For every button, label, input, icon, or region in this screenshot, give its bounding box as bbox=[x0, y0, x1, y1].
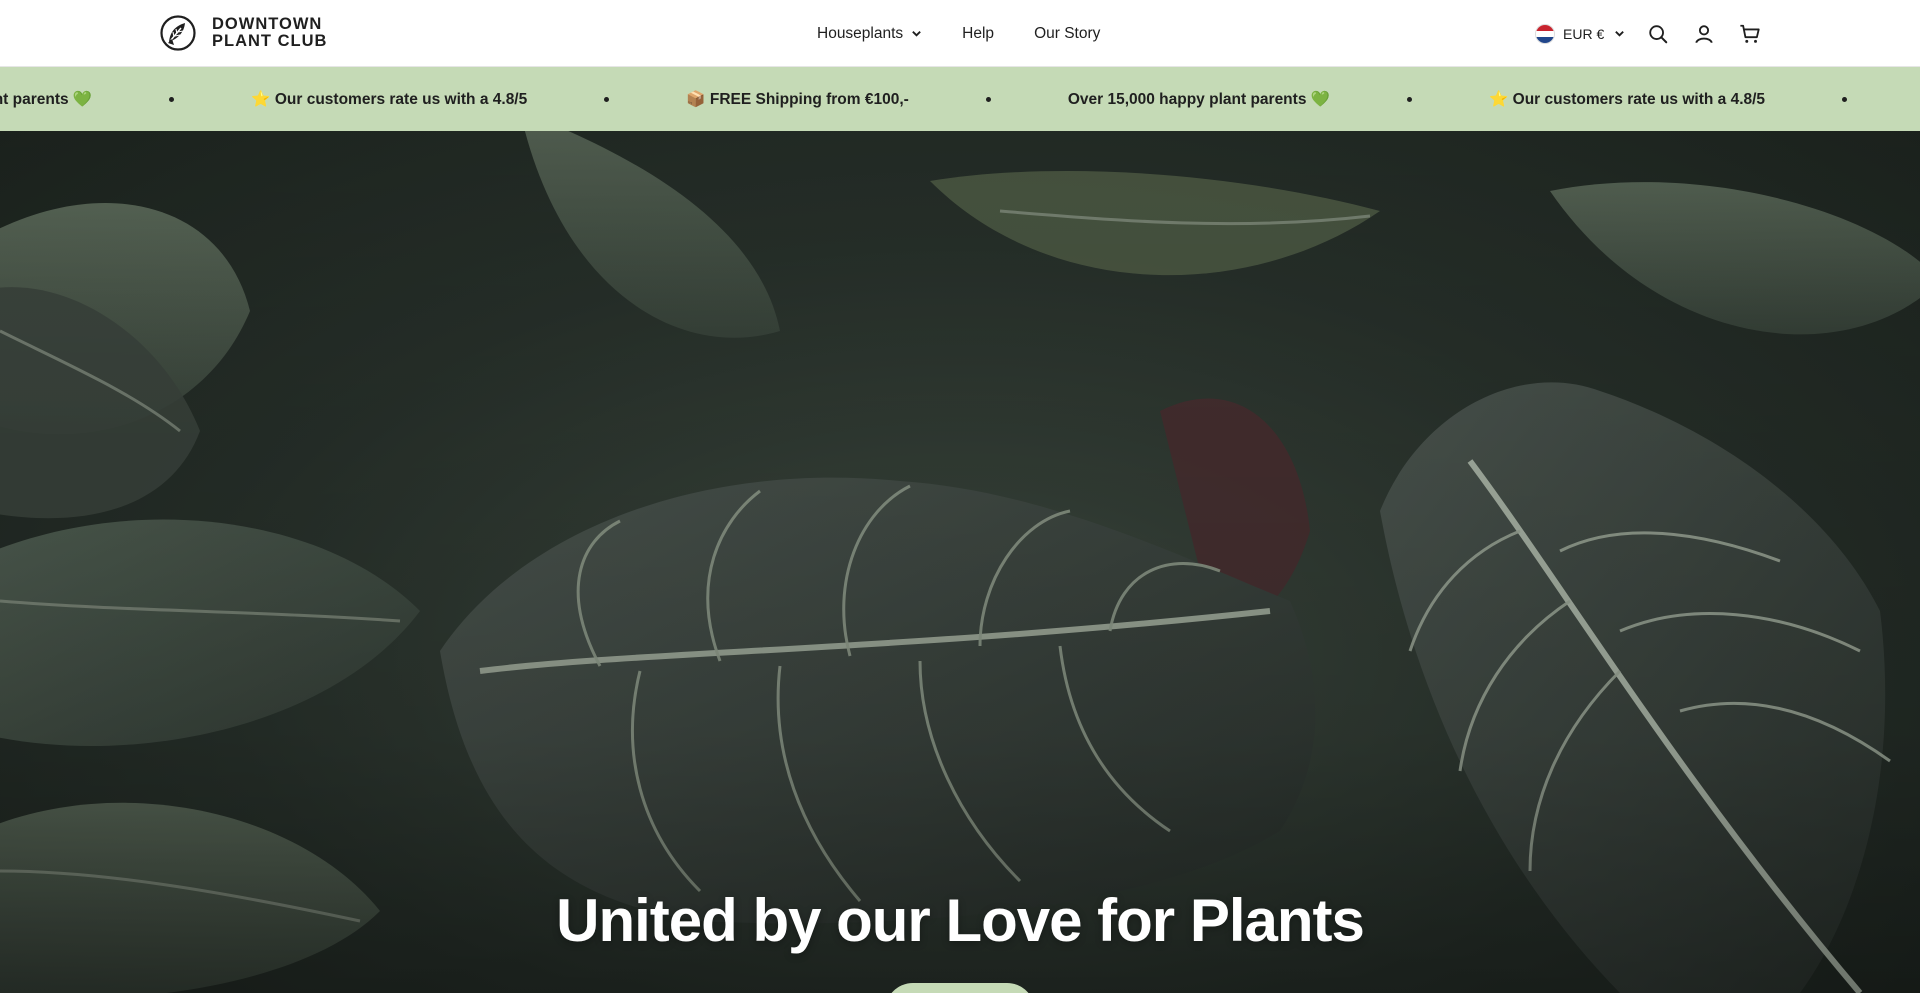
announcement-item: 📦 FREE Shipping from €100,- bbox=[686, 90, 909, 108]
brand-line-2: PLANT CLUB bbox=[212, 32, 328, 50]
nav-item-label: Our Story bbox=[1034, 24, 1101, 42]
brand-logo[interactable]: DOWNTOWN PLANT CLUB bbox=[160, 14, 327, 52]
search-button[interactable] bbox=[1647, 23, 1669, 45]
separator-dot bbox=[985, 96, 991, 102]
account-icon bbox=[1695, 24, 1713, 43]
plant-club-logo-icon bbox=[160, 15, 196, 51]
hero-title: United by our Love for Plants bbox=[556, 887, 1365, 954]
header-actions: EUR € bbox=[1535, 0, 1761, 67]
nav-item-houseplants[interactable]: Houseplants bbox=[817, 25, 922, 43]
brand-name: DOWNTOWN PLANT CLUB bbox=[212, 16, 327, 50]
site-header: DOWNTOWN PLANT CLUB Houseplants Help Our… bbox=[0, 0, 1920, 67]
chevron-down-icon bbox=[1615, 31, 1625, 37]
brand-line-1: DOWNTOWN bbox=[212, 15, 323, 33]
currency-label: EUR € bbox=[1563, 25, 1605, 42]
separator-dot bbox=[604, 96, 610, 102]
netherlands-flag-icon bbox=[1535, 23, 1555, 44]
separator-dot bbox=[1842, 96, 1848, 102]
separator-dot bbox=[169, 96, 175, 102]
search-icon bbox=[1649, 24, 1668, 43]
nav-item-label: Houseplants bbox=[817, 24, 904, 42]
announcement-item: Over 15,000 happy plant parents 💚 bbox=[1067, 90, 1331, 108]
hero-cta-button[interactable] bbox=[885, 983, 1035, 993]
cart-button[interactable] bbox=[1739, 23, 1761, 45]
account-button[interactable] bbox=[1693, 23, 1715, 45]
announcement-item: ⭐ Our customers rate us with a 4.8/5 bbox=[1489, 90, 1766, 108]
nav-item-our-story[interactable]: Our Story bbox=[1034, 25, 1100, 43]
announcement-item: Over 15,000 happy plant parents 💚 bbox=[0, 90, 93, 108]
announcement-item: ⭐ Our customers rate us with a 4.8/5 bbox=[251, 90, 528, 108]
currency-selector[interactable]: EUR € bbox=[1535, 23, 1625, 44]
hero-banner: United by our Love for Plants bbox=[0, 131, 1920, 993]
nav-item-label: Help bbox=[962, 24, 995, 42]
cart-icon bbox=[1740, 24, 1760, 43]
separator-dot bbox=[1407, 96, 1413, 102]
nav-item-help[interactable]: Help bbox=[962, 25, 994, 43]
chevron-down-icon bbox=[912, 31, 921, 37]
announcement-bar: Over 15,000 happy plant parents 💚 ⭐ Our … bbox=[0, 67, 1920, 131]
main-nav: Houseplants Help Our Story bbox=[817, 0, 1100, 67]
announcement-marquee: Over 15,000 happy plant parents 💚 ⭐ Our … bbox=[0, 67, 1920, 131]
hero-overlay bbox=[0, 131, 1920, 993]
